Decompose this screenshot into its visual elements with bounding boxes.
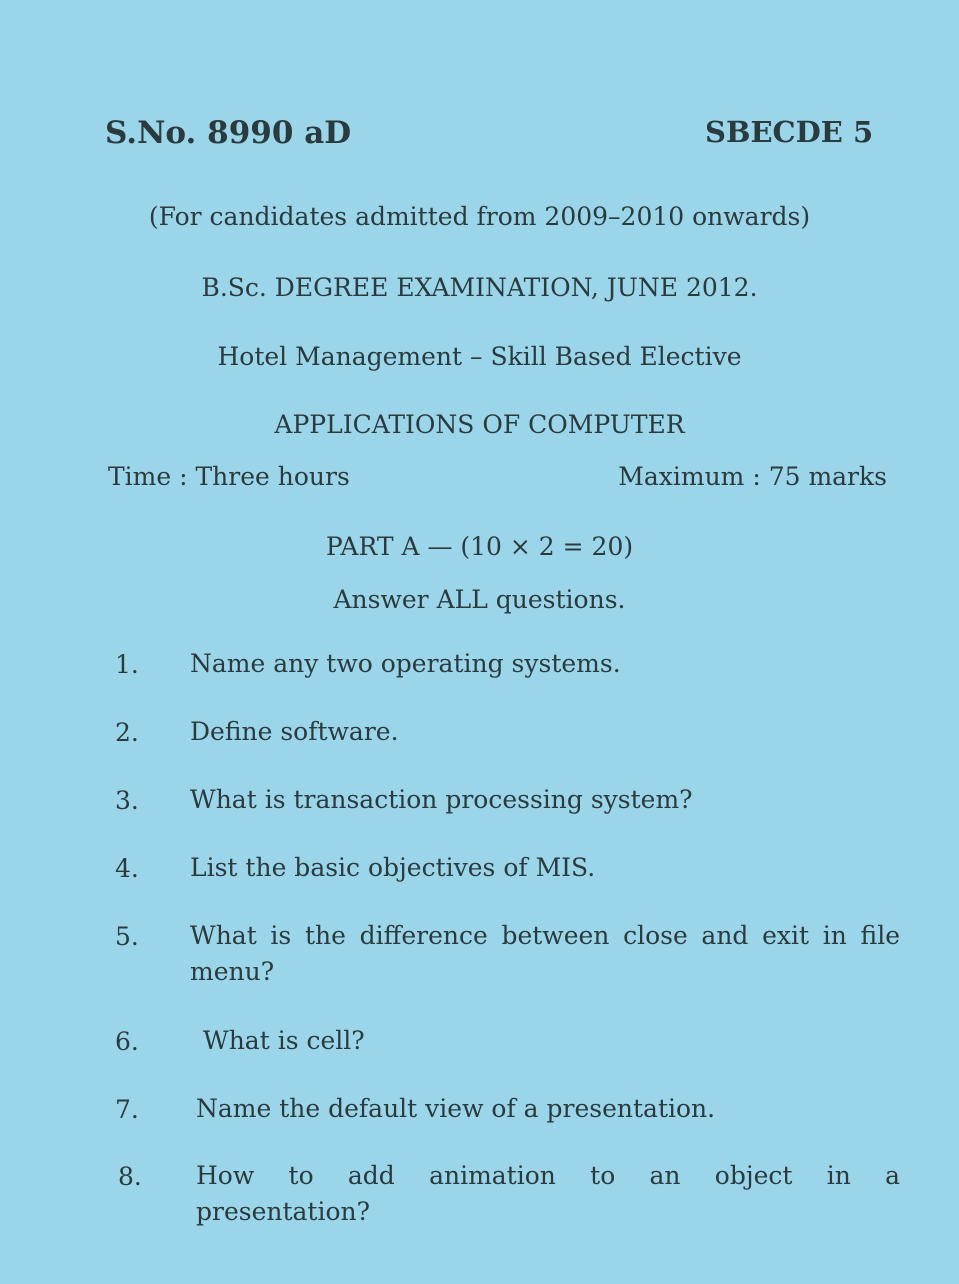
eligibility-note: (For candidates admitted from 2009–2010 … (148, 202, 811, 231)
question-number: 1. (115, 650, 139, 679)
question-number: 4. (115, 854, 139, 883)
question-text: List the basic objectives of MIS. (190, 853, 596, 882)
question-text: Define software. (190, 717, 399, 746)
part-heading: PART A — (10 × 2 = 20) (325, 532, 634, 561)
question-number: 6. (115, 1027, 139, 1056)
paper-title: APPLICATIONS OF COMPUTER (274, 410, 685, 439)
time-allowed: Time : Three hours (108, 462, 350, 491)
subject-title: Hotel Management – Skill Based Elective (217, 342, 742, 371)
instruction: Answer ALL questions. (333, 585, 626, 614)
question-number: 3. (115, 786, 139, 815)
question-text: What is transaction processing system? (190, 785, 693, 814)
question-text: How to add animation to an object in a p… (196, 1161, 900, 1226)
serial-number: S.No. 8990 aD (105, 115, 352, 151)
question-text: Name the default view of a presentation. (196, 1094, 716, 1123)
question-text: What is cell? (203, 1026, 365, 1055)
question-number: 7. (115, 1095, 139, 1124)
question-number: 8. (118, 1162, 142, 1191)
question-text: Name any two operating systems. (190, 649, 621, 678)
question-number: 5. (115, 922, 139, 951)
maximum-marks: Maximum : 75 marks (618, 462, 887, 491)
question-number: 2. (115, 718, 139, 747)
course-code: SBECDE 5 (705, 115, 874, 149)
question-text: What is the difference between close and… (190, 921, 900, 986)
exam-title: B.Sc. DEGREE EXAMINATION, JUNE 2012. (201, 273, 758, 302)
